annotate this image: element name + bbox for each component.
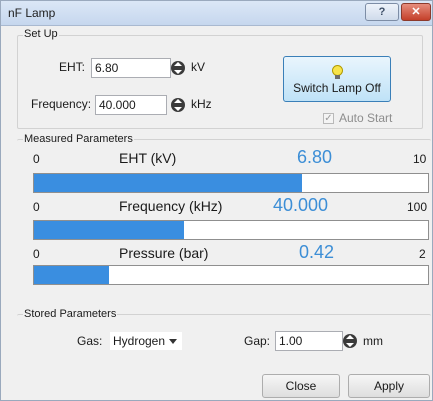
pressure-meter-value: 0.42 (299, 242, 335, 262)
frequency-label: Frequency: (31, 97, 92, 111)
gas-select-value: Hydrogen (113, 334, 166, 348)
frequency-spinner-icon[interactable] (171, 98, 185, 112)
switch-lamp-button[interactable]: Switch Lamp Off (283, 56, 391, 102)
close-window-button[interactable]: ✕ (401, 3, 431, 21)
help-icon: ? (378, 6, 386, 18)
eht-meter-min: 0 (33, 152, 40, 166)
gas-select[interactable]: Hydrogen (109, 331, 183, 351)
measured-group-label: Measured Parameters (23, 133, 134, 145)
frequency-meter-name: Frequency (kHz) (119, 198, 223, 214)
eht-label: EHT: (59, 60, 86, 74)
eht-meter-max: 10 (413, 152, 427, 166)
pressure-meter-max: 2 (419, 247, 426, 261)
eht-input[interactable]: 6.80 (91, 58, 171, 78)
close-button[interactable]: Close (262, 374, 340, 398)
window-title: nF Lamp (8, 6, 56, 20)
frequency-unit: kHz (191, 97, 212, 111)
apply-button[interactable]: Apply (348, 374, 430, 398)
eht-spinner-icon[interactable] (171, 61, 185, 75)
eht-meter-name: EHT (kV) (119, 150, 177, 166)
eht-unit: kV (191, 60, 206, 74)
switch-lamp-label: Switch Lamp Off (293, 81, 381, 95)
title-bar[interactable]: nF Lamp ? ✕ (1, 1, 432, 26)
gap-unit: mm (363, 334, 383, 348)
lightbulb-base (335, 75, 340, 79)
pressure-meter-name: Pressure (bar) (119, 245, 209, 261)
frequency-progress-bar (33, 220, 429, 240)
gap-input[interactable]: 1.00 (275, 331, 343, 351)
frequency-meter-min: 0 (33, 200, 40, 214)
pressure-meter-min: 0 (33, 247, 40, 261)
frequency-meter-max: 100 (407, 200, 428, 214)
auto-start-checkbox[interactable]: ✓ (323, 113, 334, 124)
stored-group-label: Stored Parameters (23, 308, 118, 320)
eht-progress-bar (33, 173, 429, 193)
gas-label: Gas: (77, 334, 103, 348)
help-button[interactable]: ? (365, 3, 399, 21)
gap-label: Gap: (244, 334, 271, 348)
frequency-input[interactable]: 40.000 (95, 95, 167, 115)
chevron-down-icon (169, 339, 177, 344)
nf-lamp-window: nF Lamp ? ✕ Set Up EHT: 6.80 kV Frequenc… (0, 0, 433, 401)
frequency-progress-fill (34, 221, 184, 239)
pressure-progress-bar (33, 265, 429, 285)
pressure-progress-fill (34, 266, 109, 284)
setup-group-label: Set Up (23, 28, 59, 40)
eht-meter-value: 6.80 (297, 147, 333, 167)
close-icon: ✕ (411, 6, 421, 18)
eht-progress-fill (34, 174, 302, 192)
auto-start-label: Auto Start (339, 111, 393, 125)
gap-spinner-icon[interactable] (343, 334, 357, 348)
frequency-meter-value: 40.000 (273, 195, 329, 215)
